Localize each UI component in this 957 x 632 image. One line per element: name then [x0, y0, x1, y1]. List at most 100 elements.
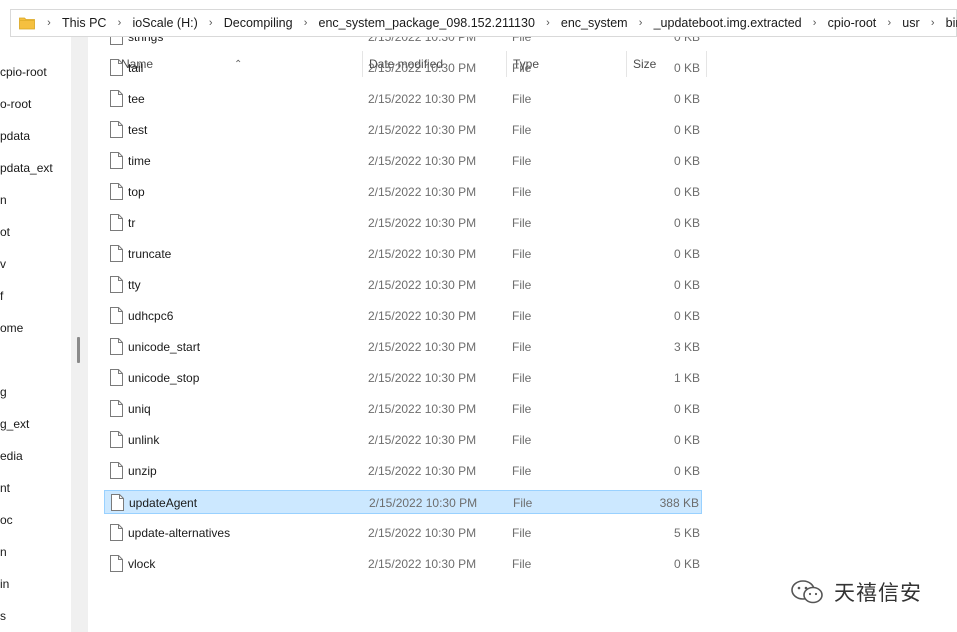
file-type: File — [512, 92, 532, 106]
nav-item[interactable]: nt — [0, 478, 10, 498]
file-row[interactable]: test 2/15/2022 10:30 PM File 0 KB — [104, 118, 702, 142]
file-size: 0 KB — [673, 61, 700, 75]
file-icon — [110, 307, 123, 324]
file-row[interactable]: strings 2/15/2022 10:30 PM File 0 KB — [104, 37, 702, 49]
file-row[interactable]: udhcpc6 2/15/2022 10:30 PM File 0 KB — [104, 304, 702, 328]
file-icon — [110, 524, 123, 541]
chevron-right-icon[interactable]: › — [633, 17, 649, 29]
nav-item[interactable]: oc — [0, 510, 13, 530]
address-bar[interactable]: › This PC › ioScale (H:) › Decompiling › enc_sy… — [10, 9, 957, 37]
chevron-right-icon[interactable]: › — [111, 17, 127, 29]
nav-item[interactable]: n — [0, 542, 7, 562]
wechat-logo-icon — [790, 579, 826, 605]
file-size: 3 KB — [673, 340, 700, 354]
file-date-modified: 2/15/2022 10:30 PM — [368, 216, 477, 230]
watermark-text: 天禧信安 — [834, 581, 922, 605]
chevron-right-icon[interactable]: › — [925, 17, 941, 29]
file-name: uniq — [128, 402, 151, 416]
file-row[interactable]: unlink 2/15/2022 10:30 PM File 0 KB — [104, 428, 702, 452]
file-type: File — [512, 123, 532, 137]
nav-item[interactable]: n — [0, 190, 7, 210]
file-name: truncate — [128, 247, 172, 261]
breadcrumb-item[interactable]: usr — [897, 16, 924, 30]
file-size: 0 KB — [673, 247, 700, 261]
breadcrumb-item[interactable]: _updateboot.img.extracted — [649, 16, 807, 30]
file-row[interactable]: unicode_stop 2/15/2022 10:30 PM File 1 KB — [104, 366, 702, 390]
file-icon — [110, 183, 123, 200]
file-date-modified: 2/15/2022 10:30 PM — [368, 37, 477, 44]
nav-item[interactable]: g — [0, 382, 7, 402]
file-size: 0 KB — [673, 278, 700, 292]
file-date-modified: 2/15/2022 10:30 PM — [368, 154, 477, 168]
file-row[interactable]: tail 2/15/2022 10:30 PM File 0 KB — [104, 56, 702, 80]
column-divider[interactable] — [706, 51, 707, 77]
file-name: udhcpc6 — [128, 309, 174, 323]
nav-item[interactable]: ome — [0, 318, 23, 338]
breadcrumb-item[interactable]: Decompiling — [219, 16, 298, 30]
file-type: File — [512, 278, 532, 292]
file-row[interactable]: truncate 2/15/2022 10:30 PM File 0 KB — [104, 242, 702, 266]
nav-item[interactable]: o-root — [0, 94, 31, 114]
file-name: tail — [128, 61, 144, 75]
file-type: File — [512, 433, 532, 447]
file-name: tee — [128, 92, 145, 106]
chevron-right-icon[interactable]: › — [298, 17, 314, 29]
file-type: File — [512, 185, 532, 199]
nav-item[interactable]: cpio-root — [0, 62, 47, 82]
file-row[interactable]: unicode_start 2/15/2022 10:30 PM File 3 KB — [104, 335, 702, 359]
file-name: tty — [128, 278, 141, 292]
file-row[interactable]: unzip 2/15/2022 10:30 PM File 0 KB — [104, 459, 702, 483]
file-size: 0 KB — [673, 464, 700, 478]
file-type: File — [512, 37, 532, 44]
file-row[interactable]: update-alternatives 2/15/2022 10:30 PM Fil… — [104, 521, 702, 545]
nav-item[interactable]: s — [0, 606, 6, 626]
file-row[interactable]: top 2/15/2022 10:30 PM File 0 KB — [104, 180, 702, 204]
file-row[interactable]: tr 2/15/2022 10:30 PM File 0 KB — [104, 211, 702, 235]
file-icon — [110, 400, 123, 417]
file-date-modified: 2/15/2022 10:30 PM — [368, 433, 477, 447]
chevron-right-icon[interactable]: › — [881, 17, 897, 29]
chevron-right-icon[interactable]: › — [807, 17, 823, 29]
file-type: File — [513, 496, 533, 510]
file-row[interactable]: updateAgent 2/15/2022 10:30 PM File 388 KB — [104, 490, 702, 514]
breadcrumb-item[interactable]: cpio-root — [823, 16, 882, 30]
file-size: 0 KB — [673, 557, 700, 571]
chevron-right-icon[interactable]: › — [41, 17, 57, 29]
file-row[interactable]: time 2/15/2022 10:30 PM File 0 KB — [104, 149, 702, 173]
file-size: 0 KB — [673, 433, 700, 447]
nav-item[interactable]: ot — [0, 222, 10, 242]
nav-item[interactable]: edia — [0, 446, 23, 466]
file-icon — [111, 494, 124, 511]
breadcrumb-item[interactable]: enc_system — [556, 16, 633, 30]
file-row[interactable]: vlock 2/15/2022 10:30 PM File 0 KB — [104, 552, 702, 576]
file-icon — [110, 338, 123, 355]
file-type: File — [512, 61, 532, 75]
file-size: 0 KB — [673, 309, 700, 323]
file-date-modified: 2/15/2022 10:30 PM — [368, 371, 477, 385]
file-row[interactable]: tee 2/15/2022 10:30 PM File 0 KB — [104, 87, 702, 111]
file-date-modified: 2/15/2022 10:30 PM — [368, 526, 477, 540]
file-row[interactable]: tty 2/15/2022 10:30 PM File 0 KB — [104, 273, 702, 297]
file-row[interactable]: uniq 2/15/2022 10:30 PM File 0 KB — [104, 397, 702, 421]
breadcrumb-item[interactable]: This PC — [57, 16, 111, 30]
file-size: 0 KB — [673, 216, 700, 230]
nav-item[interactable]: g_ext — [0, 414, 29, 434]
file-name: unicode_start — [128, 340, 201, 354]
nav-item[interactable]: pdata — [0, 126, 30, 146]
nav-scrollbar-thumb[interactable] — [77, 337, 80, 363]
breadcrumb-item[interactable]: enc_system_package_098.152.211130 — [314, 16, 540, 30]
file-size: 388 KB — [659, 496, 699, 510]
chevron-right-icon[interactable]: › — [203, 17, 219, 29]
breadcrumb-item[interactable]: ioScale (H:) — [127, 16, 202, 30]
file-size: 0 KB — [673, 37, 700, 44]
nav-item[interactable]: f — [0, 286, 3, 306]
nav-item[interactable]: pdata_ext — [0, 158, 53, 178]
file-icon — [110, 152, 123, 169]
file-type: File — [512, 402, 532, 416]
nav-item[interactable]: v — [0, 254, 6, 274]
nav-item[interactable]: in — [0, 574, 9, 594]
breadcrumb-item[interactable]: bin — [941, 16, 957, 30]
file-type: File — [512, 340, 532, 354]
chevron-right-icon[interactable]: › — [540, 17, 556, 29]
nav-scrollbar[interactable] — [71, 37, 88, 632]
